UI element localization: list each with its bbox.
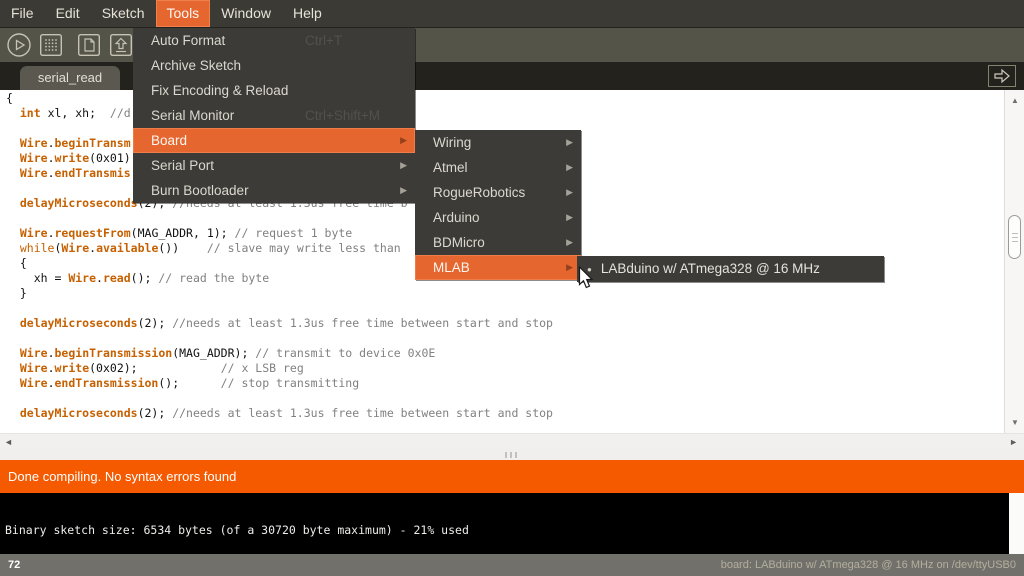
- submenu-arrow-icon: ▶: [566, 180, 573, 205]
- board-port-indicator: board: LABduino w/ ATmega328 @ 16 MHz on…: [721, 559, 1016, 571]
- code-line: Wire.beginTransmission(MAG_ADDR); // tra…: [6, 346, 553, 361]
- pane-splitter[interactable]: [0, 449, 1024, 460]
- submenu-arrow-icon: ▶: [566, 230, 573, 255]
- scroll-down-icon[interactable]: ▼: [1005, 418, 1024, 427]
- status-footer: 72 board: LABduino w/ ATmega328 @ 16 MHz…: [0, 554, 1024, 576]
- menu-item-label: Serial Monitor: [151, 108, 234, 123]
- line-number-indicator: 72: [8, 559, 20, 571]
- horizontal-scrollbar[interactable]: ◄ ►: [0, 433, 1024, 449]
- code-line: Wire.endTransmission(); // stop transmit…: [6, 376, 553, 391]
- menu-item-label: Arduino: [433, 210, 480, 225]
- submenu-arrow-icon: ▶: [566, 155, 573, 180]
- tab-menu-button[interactable]: [988, 65, 1016, 87]
- menu-shortcut: Ctrl+T: [305, 28, 342, 53]
- menu-bar: FileEditSketchToolsWindowHelp: [0, 0, 1024, 28]
- submenu-arrow-icon: ▶: [400, 128, 407, 153]
- submenu-arrow-icon: ▶: [566, 130, 573, 155]
- menu-item-label: BDMicro: [433, 235, 485, 250]
- arduino-ide-window: FileEditSketchToolsWindowHelp: [0, 0, 1024, 576]
- tools-menu: Auto Format Ctrl+T Archive Sketch Fix Encod…: [133, 28, 415, 203]
- console-message: Binary sketch size: 6534 bytes (of a 307…: [5, 523, 469, 537]
- mlab-item-labduino-w-atmega328-16-mhz[interactable]: ●LABduino w/ ATmega328 @ 16 MHz: [577, 256, 884, 282]
- menu-item-fix-encoding-reload[interactable]: Fix Encoding & Reload: [133, 78, 415, 103]
- new-sketch-button[interactable]: [76, 32, 102, 58]
- submenu-arrow-icon: ▶: [566, 205, 573, 230]
- menu-item-label: Board: [151, 133, 187, 148]
- right-arrow-icon: [993, 68, 1011, 84]
- board-item-arduino[interactable]: Arduino ▶: [415, 205, 581, 230]
- menu-item-label: Wiring: [433, 135, 471, 150]
- submenu-arrow-icon: ▶: [400, 153, 407, 178]
- console-scroll-gutter: [1009, 493, 1024, 554]
- menubar-item-sketch[interactable]: Sketch: [91, 0, 156, 27]
- board-item-mlab[interactable]: MLAB ▶: [415, 255, 581, 280]
- stop-button[interactable]: [38, 32, 64, 58]
- scroll-up-icon[interactable]: ▲: [1005, 96, 1024, 105]
- board-item-atmel[interactable]: Atmel ▶: [415, 155, 581, 180]
- menu-item-serial-port[interactable]: Serial Port ▶: [133, 153, 415, 178]
- board-item-roguerobotics[interactable]: RogueRobotics ▶: [415, 180, 581, 205]
- code-line: delayMicroseconds(2); //needs at least 1…: [6, 406, 553, 421]
- vertical-scrollbar[interactable]: ▲ ▼: [1004, 90, 1024, 433]
- menubar-item-help[interactable]: Help: [282, 0, 333, 27]
- submenu-arrow-icon: ▶: [566, 255, 573, 280]
- console-output: Binary sketch size: 6534 bytes (of a 307…: [0, 493, 1024, 554]
- mouse-cursor-icon: [578, 266, 595, 295]
- menu-item-label: Auto Format: [151, 33, 225, 48]
- menu-item-auto-format[interactable]: Auto Format Ctrl+T: [133, 28, 415, 53]
- splitter-grip-icon: [505, 452, 517, 458]
- scroll-right-icon[interactable]: ►: [1009, 437, 1018, 447]
- menubar-item-window[interactable]: Window: [210, 0, 282, 27]
- open-button[interactable]: [108, 32, 134, 58]
- board-item-bdmicro[interactable]: BDMicro ▶: [415, 230, 581, 255]
- menu-item-burn-bootloader[interactable]: Burn Bootloader ▶: [133, 178, 415, 203]
- mlab-submenu: ●LABduino w/ ATmega328 @ 16 MHz: [577, 256, 884, 282]
- vertical-scrollbar-thumb[interactable]: [1008, 215, 1021, 259]
- menu-shortcut: Ctrl+Shift+M: [305, 103, 380, 128]
- menu-item-label: Archive Sketch: [151, 58, 241, 73]
- menu-item-label: Serial Port: [151, 158, 214, 173]
- menu-item-archive-sketch[interactable]: Archive Sketch: [133, 53, 415, 78]
- menu-item-label: RogueRobotics: [433, 185, 525, 200]
- submenu-arrow-icon: ▶: [400, 178, 407, 203]
- menubar-item-file[interactable]: File: [0, 0, 45, 27]
- code-line: }: [6, 286, 553, 301]
- menu-item-board[interactable]: Board ▶: [133, 128, 415, 153]
- verify-button[interactable]: [6, 32, 32, 58]
- code-line: [6, 301, 553, 316]
- code-line: [6, 331, 553, 346]
- tab-serial-read[interactable]: serial_read: [20, 66, 120, 90]
- board-item-wiring[interactable]: Wiring ▶: [415, 130, 581, 155]
- menu-item-label: Burn Bootloader: [151, 183, 249, 198]
- menu-item-label: Atmel: [433, 160, 468, 175]
- menu-item-label: MLAB: [433, 260, 470, 275]
- code-line: delayMicroseconds(2); //needs at least 1…: [6, 316, 553, 331]
- compile-status-message: Done compiling. No syntax errors found: [8, 469, 236, 484]
- board-submenu: Wiring▶Atmel▶RogueRobotics▶Arduino▶BDMic…: [415, 130, 581, 280]
- scroll-left-icon[interactable]: ◄: [4, 437, 13, 447]
- menu-item-label: LABduino w/ ATmega328 @ 16 MHz: [601, 261, 820, 276]
- menubar-item-tools[interactable]: Tools: [156, 0, 211, 27]
- code-line: Wire.write(0x02); // x LSB reg: [6, 361, 553, 376]
- code-line: [6, 391, 553, 406]
- menubar-item-edit[interactable]: Edit: [45, 0, 91, 27]
- menu-item-label: Fix Encoding & Reload: [151, 83, 288, 98]
- compile-status-bar: Done compiling. No syntax errors found: [0, 460, 1024, 493]
- menu-item-serial-monitor[interactable]: Serial Monitor Ctrl+Shift+M: [133, 103, 415, 128]
